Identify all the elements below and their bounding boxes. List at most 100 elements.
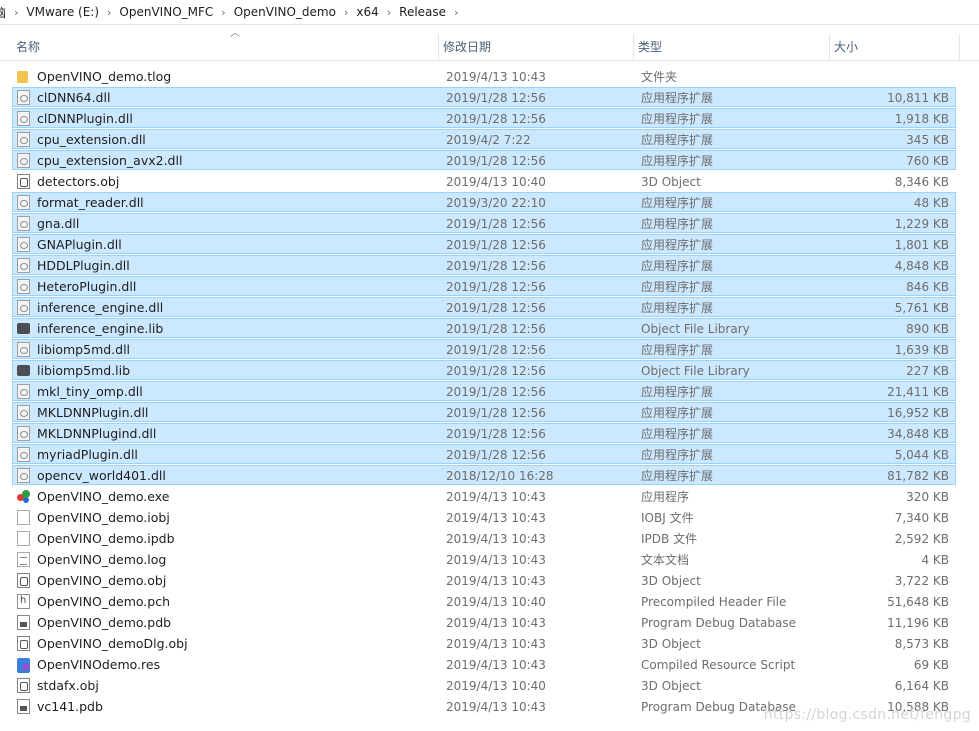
dll-icon — [17, 258, 30, 273]
file-row[interactable]: OpenVINO_demo.log 2019/4/13 10:43 文本文档 4 KB — [12, 549, 956, 569]
file-date: 2019/1/28 12:56 — [446, 91, 546, 105]
file-name: format_reader.dll — [37, 195, 144, 210]
chevron-right-icon[interactable]: › — [342, 6, 350, 19]
breadcrumb-item[interactable]: Release — [393, 5, 452, 19]
file-date: 2019/4/13 10:43 — [446, 553, 546, 567]
file-size — [829, 67, 949, 87]
breadcrumb-item[interactable]: OpenVINO_MFC — [113, 5, 219, 19]
file-row[interactable]: libiomp5md.dll 2019/1/28 12:56 应用程序扩展 1,639… — [12, 339, 956, 359]
file-date: 2019/1/28 12:56 — [446, 259, 546, 273]
file-row[interactable]: HDDLPlugin.dll 2019/1/28 12:56 应用程序扩展 4,848… — [12, 255, 956, 275]
file-row[interactable]: stdafx.obj 2019/4/13 10:40 3D Object 6,164 … — [12, 675, 956, 695]
file-date: 2019/1/28 12:56 — [446, 217, 546, 231]
file-date: 2019/4/13 10:43 — [446, 574, 546, 588]
file-row[interactable]: opencv_world401.dll 2018/12/10 16:28 应用程序扩… — [12, 465, 956, 485]
file-row[interactable]: MKLDNNPlugind.dll 2019/1/28 12:56 应用程序扩展 34… — [12, 423, 956, 443]
file-date: 2018/12/10 16:28 — [446, 469, 554, 483]
dll-icon — [17, 216, 30, 231]
file-row[interactable]: OpenVINO_demo.exe 2019/4/13 10:43 应用程序 320 … — [12, 486, 956, 506]
file-type: 应用程序扩展 — [641, 112, 714, 126]
file-date: 2019/1/28 12:56 — [446, 301, 546, 315]
file-name: detectors.obj — [37, 174, 120, 189]
breadcrumb-item[interactable]: 脑 — [0, 4, 12, 21]
breadcrumb-item[interactable]: x64 — [350, 5, 384, 19]
file-row[interactable]: clDNNPlugin.dll 2019/1/28 12:56 应用程序扩展 1,91… — [12, 108, 956, 128]
chevron-right-icon[interactable]: › — [219, 6, 227, 19]
sort-ascending-icon: ︿ — [230, 28, 240, 39]
file-date: 2019/1/28 12:56 — [446, 448, 546, 462]
file-size: 846 KB — [906, 280, 949, 294]
file-date: 2019/1/28 12:56 — [446, 343, 546, 357]
file-name: OpenVINO_demo.iobj — [37, 510, 170, 525]
file-row[interactable]: OpenVINO_demo.iobj 2019/4/13 10:43 IOBJ 文件… — [12, 507, 956, 527]
file-row[interactable]: OpenVINO_demo.pdb 2019/4/13 10:43 Program … — [12, 612, 956, 632]
file-name: MKLDNNPlugind.dll — [37, 426, 157, 441]
chevron-right-icon[interactable]: › — [105, 6, 113, 19]
file-row[interactable]: gna.dll 2019/1/28 12:56 应用程序扩展 1,229 KB — [12, 213, 956, 233]
file-name: GNAPlugin.dll — [37, 237, 122, 252]
file-row[interactable]: OpenVINO_demo.pch 2019/4/13 10:40 Precompi… — [12, 591, 956, 611]
dll-icon — [17, 237, 30, 252]
chevron-right-icon[interactable]: › — [12, 6, 20, 19]
file-name: OpenVINO_demo.ipdb — [37, 531, 175, 546]
file-name: inference_engine.lib — [37, 321, 164, 336]
file-row[interactable]: cpu_extension.dll 2019/4/2 7:22 应用程序扩展 345 … — [12, 129, 956, 149]
lib-icon — [17, 365, 30, 376]
file-size: 320 KB — [906, 490, 949, 504]
file-date: 2019/1/28 12:56 — [446, 280, 546, 294]
file-date: 2019/4/13 10:40 — [446, 679, 546, 693]
file-row[interactable]: OpenVINO_demo.tlog 2019/4/13 10:43 文件夹 — [12, 66, 956, 86]
file-row[interactable]: mkl_tiny_omp.dll 2019/1/28 12:56 应用程序扩展 21,… — [12, 381, 956, 401]
file-row[interactable]: GNAPlugin.dll 2019/1/28 12:56 应用程序扩展 1,801 … — [12, 234, 956, 254]
breadcrumb-item[interactable]: OpenVINO_demo — [228, 5, 342, 19]
file-row[interactable]: clDNN64.dll 2019/1/28 12:56 应用程序扩展 10,811 K… — [12, 87, 956, 107]
file-row[interactable]: inference_engine.dll 2019/1/28 12:56 应用程序扩… — [12, 297, 956, 317]
file-row[interactable]: inference_engine.lib 2019/1/28 12:56 Objec… — [12, 318, 956, 338]
file-type: Program Debug Database — [641, 616, 796, 630]
file-size: 4 KB — [921, 553, 949, 567]
file-type: 应用程序扩展 — [641, 427, 714, 441]
file-row[interactable]: format_reader.dll 2019/3/20 22:10 应用程序扩展 48… — [12, 192, 956, 212]
file-name: OpenVINO_demo.pdb — [37, 615, 172, 630]
file-size: 16,952 KB — [887, 406, 949, 420]
file-row[interactable]: myriadPlugin.dll 2019/1/28 12:56 应用程序扩展 5,0… — [12, 444, 956, 464]
file-type: 3D Object — [641, 175, 701, 189]
file-row[interactable]: OpenVINOdemo.res 2019/4/13 10:43 Compiled … — [12, 654, 956, 674]
file-type: 应用程序扩展 — [641, 154, 714, 168]
file-name: vc141.pdb — [37, 699, 103, 714]
file-type: 应用程序扩展 — [641, 196, 714, 210]
chevron-right-icon[interactable]: › — [452, 6, 460, 19]
file-name: HDDLPlugin.dll — [37, 258, 130, 273]
dll-icon — [17, 111, 30, 126]
file-name: gna.dll — [37, 216, 80, 231]
file-row[interactable]: OpenVINO_demo.ipdb 2019/4/13 10:43 IPDB 文件… — [12, 528, 956, 548]
file-row[interactable]: cpu_extension_avx2.dll 2019/1/28 12:56 应用程… — [12, 150, 956, 170]
blank-file-icon — [17, 510, 30, 525]
dll-icon — [17, 90, 30, 105]
file-row[interactable]: OpenVINO_demo.obj 2019/4/13 10:43 3D Objec… — [12, 570, 956, 590]
file-name: OpenVINO_demoDlg.obj — [37, 636, 188, 651]
file-type: 3D Object — [641, 637, 701, 651]
file-row[interactable]: libiomp5md.lib 2019/1/28 12:56 Object File… — [12, 360, 956, 380]
column-header-type-label: 类型 — [638, 40, 663, 54]
file-row[interactable]: HeteroPlugin.dll 2019/1/28 12:56 应用程序扩展 846… — [12, 276, 956, 296]
file-date: 2019/4/13 10:43 — [446, 658, 546, 672]
lib-icon — [17, 323, 30, 334]
file-size: 10,811 KB — [887, 91, 949, 105]
exe-icon — [17, 489, 30, 504]
column-header-date[interactable]: 修改日期 — [439, 34, 634, 60]
file-size: 8,573 KB — [894, 637, 949, 651]
file-size: 1,918 KB — [894, 112, 949, 126]
file-row[interactable]: OpenVINO_demoDlg.obj 2019/4/13 10:43 3D Ob… — [12, 633, 956, 653]
column-header-type[interactable]: 类型 — [634, 34, 830, 60]
file-row[interactable]: detectors.obj 2019/4/13 10:40 3D Object 8,3… — [12, 171, 956, 191]
file-date: 2019/1/28 12:56 — [446, 238, 546, 252]
file-name: myriadPlugin.dll — [37, 447, 138, 462]
breadcrumb-item[interactable]: VMware (E:) — [20, 5, 105, 19]
dll-icon — [17, 426, 30, 441]
folder-icon — [17, 71, 28, 83]
column-header-name[interactable]: 名称 ︿ — [12, 29, 439, 60]
file-row[interactable]: MKLDNNPlugin.dll 2019/1/28 12:56 应用程序扩展 16,… — [12, 402, 956, 422]
column-header-size[interactable]: 大小 — [830, 34, 960, 60]
chevron-right-icon[interactable]: › — [385, 6, 393, 19]
